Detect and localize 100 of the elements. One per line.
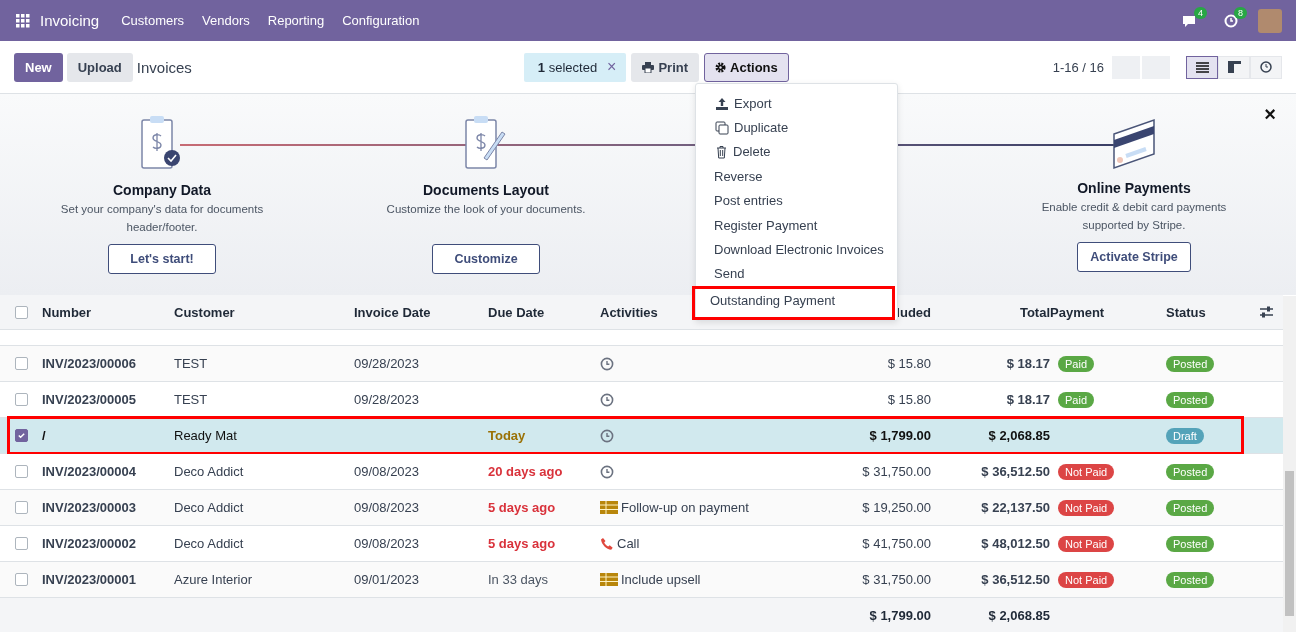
clock-icon[interactable] bbox=[600, 464, 614, 479]
row-checkbox[interactable] bbox=[14, 573, 28, 586]
menu-item[interactable]: Register Payment bbox=[696, 212, 897, 238]
menu-item[interactable]: Customers bbox=[121, 13, 185, 28]
upload-button[interactable]: Upload bbox=[66, 52, 133, 82]
app-name[interactable]: Invoicing bbox=[40, 12, 100, 29]
message-count: 4 bbox=[1194, 6, 1207, 19]
clear-selection-button[interactable]: × bbox=[607, 58, 617, 76]
table-row[interactable]: / Ready Mat Today $ 1,799.00 $ 2,068.85 Draft bbox=[0, 418, 1283, 454]
menu-item[interactable]: Post entries bbox=[696, 188, 897, 213]
payment-status-tag: Paid bbox=[1058, 391, 1095, 408]
clock-icon[interactable] bbox=[600, 392, 614, 407]
column-header[interactable]: Due Date bbox=[488, 304, 600, 320]
table-row[interactable]: INV/2023/00003 Deco Addict 09/08/2023 5 days ago Follow-up on payment $ 19,250.00 $ 22,137.50 Not Paid Posted bbox=[0, 490, 1283, 526]
activity-label: Call bbox=[617, 536, 640, 551]
table-cell-text: $ 31,750.00 bbox=[861, 464, 931, 479]
table-cell-text: 09/01/2023 bbox=[354, 572, 421, 587]
table-row[interactable]: INV/2023/00004 Deco Addict 09/08/2023 20 days ago $ 31,750.00 $ 36,512.50 Not Paid Posted bbox=[0, 454, 1283, 490]
menu-item[interactable]: Reverse bbox=[696, 164, 897, 189]
select-all-checkbox[interactable] bbox=[14, 305, 28, 319]
menu-item[interactable]: Delete bbox=[696, 139, 897, 165]
table-cell-text: INV/2023/00002 bbox=[42, 536, 137, 551]
step-description: Customize the look of your documents. bbox=[385, 202, 587, 217]
view-switch-button[interactable] bbox=[1186, 55, 1218, 79]
table-cell-text: $ 18.17 bbox=[1005, 356, 1050, 371]
table-cell-text: / bbox=[42, 428, 47, 443]
scrollbar[interactable] bbox=[1283, 296, 1296, 632]
table-cell-text: TEST bbox=[174, 356, 209, 371]
table-row[interactable]: INV/2023/00006 TEST 09/28/2023 $ 15.80 $ 18.17 Paid Posted bbox=[0, 346, 1283, 382]
table-cell-text: INV/2023/00006 bbox=[42, 356, 137, 371]
row-checkbox[interactable] bbox=[14, 537, 28, 550]
table-cell-text: $ 18.17 bbox=[1005, 392, 1050, 407]
pager-value[interactable]: 1-16 / 16 bbox=[1052, 59, 1104, 75]
status-tag: Draft bbox=[1166, 427, 1204, 444]
payment-status-tag: Not Paid bbox=[1058, 499, 1115, 516]
row-checkbox[interactable] bbox=[14, 429, 28, 442]
print-button[interactable]: Print bbox=[631, 52, 700, 82]
status-tag: Posted bbox=[1166, 463, 1215, 480]
table-cell-text: $ 22,137.50 bbox=[980, 500, 1050, 515]
status-tag: Posted bbox=[1166, 499, 1215, 516]
apps-grid-icon[interactable] bbox=[16, 13, 30, 28]
table-cell-text: $ 2,068.85 bbox=[987, 428, 1050, 443]
row-checkbox[interactable] bbox=[14, 465, 28, 478]
menu-item[interactable]: Configuration bbox=[342, 13, 420, 28]
payment-status-tag: Not Paid bbox=[1058, 571, 1115, 588]
table-cell-text: $ 15.80 bbox=[886, 356, 931, 371]
step-title: Documents Layout bbox=[423, 182, 549, 198]
menu-item[interactable]: Reporting bbox=[267, 13, 325, 28]
table-cell-text: 20 days ago bbox=[488, 464, 564, 479]
column-header[interactable]: Status bbox=[1166, 304, 1250, 320]
table-row[interactable]: INV/2023/00001 Azure Interior 09/01/2023 In 33 days Include upsell $ 31,750.00 $ 36,512.50 Not Paid Posted bbox=[0, 562, 1283, 598]
todo-icon[interactable] bbox=[600, 573, 618, 586]
close-button[interactable]: × bbox=[1258, 102, 1282, 127]
column-header[interactable]: Payment bbox=[1050, 304, 1166, 320]
table-cell-text: 5 days ago bbox=[488, 500, 557, 515]
table-cell-text: Deco Addict bbox=[174, 500, 245, 515]
check-icon bbox=[16, 431, 26, 440]
row-checkbox[interactable] bbox=[14, 357, 28, 370]
selection-count: 1 selected bbox=[537, 59, 598, 75]
clock-icon[interactable] bbox=[600, 356, 614, 371]
table-cell-text: Deco Addict bbox=[174, 536, 245, 551]
menu-item[interactable]: Duplicate bbox=[696, 115, 897, 140]
clock-icon bbox=[1260, 61, 1272, 73]
copy-icon bbox=[715, 120, 729, 135]
activity-label: Include upsell bbox=[621, 572, 701, 587]
kanban-view-icon bbox=[1227, 61, 1241, 73]
status-tag: Posted bbox=[1166, 571, 1215, 588]
column-header[interactable]: Total bbox=[931, 304, 1050, 320]
clock-icon[interactable] bbox=[600, 428, 614, 443]
status-tag: Posted bbox=[1166, 355, 1215, 372]
phone-icon[interactable] bbox=[600, 536, 614, 551]
step-button[interactable]: Customize bbox=[432, 244, 540, 274]
upload-icon bbox=[715, 96, 729, 110]
table-cell-text: Deco Addict bbox=[174, 464, 245, 479]
trash-icon bbox=[715, 144, 728, 159]
column-header[interactable]: Invoice Date bbox=[354, 304, 488, 320]
table-cell-text: INV/2023/00005 bbox=[42, 392, 137, 407]
table-cell-text: $ 2,068.85 bbox=[987, 608, 1050, 623]
step-button[interactable]: Let's start! bbox=[108, 244, 216, 274]
new-button[interactable]: New bbox=[14, 52, 63, 82]
gear-icon bbox=[715, 61, 727, 73]
actions-button[interactable]: Actions bbox=[704, 52, 789, 82]
settings-sliders-icon[interactable] bbox=[1260, 306, 1273, 318]
row-checkbox[interactable] bbox=[14, 393, 28, 406]
menu-item[interactable]: Export bbox=[696, 91, 897, 116]
table-cell-text: 09/08/2023 bbox=[354, 464, 421, 479]
table-cell-text: $ 36,512.50 bbox=[980, 464, 1050, 479]
menu-item[interactable]: Outstanding Payment bbox=[692, 286, 895, 321]
table-cell-text: INV/2023/00003 bbox=[42, 500, 137, 515]
column-header[interactable]: Customer bbox=[174, 304, 354, 320]
column-header[interactable]: Number bbox=[42, 304, 174, 320]
table-cell-text: Today bbox=[488, 428, 527, 443]
chat-icon[interactable] bbox=[1182, 13, 1198, 28]
step-button[interactable]: Activate Stripe bbox=[1077, 242, 1191, 272]
row-checkbox[interactable] bbox=[14, 501, 28, 514]
menu-item[interactable]: Send bbox=[696, 261, 897, 287]
menu-item[interactable]: Download Electronic Invoices bbox=[696, 237, 897, 262]
table-cell-text: Azure Interior bbox=[174, 572, 254, 587]
todo-icon[interactable] bbox=[600, 501, 618, 514]
menu-item[interactable]: Vendors bbox=[202, 13, 250, 28]
